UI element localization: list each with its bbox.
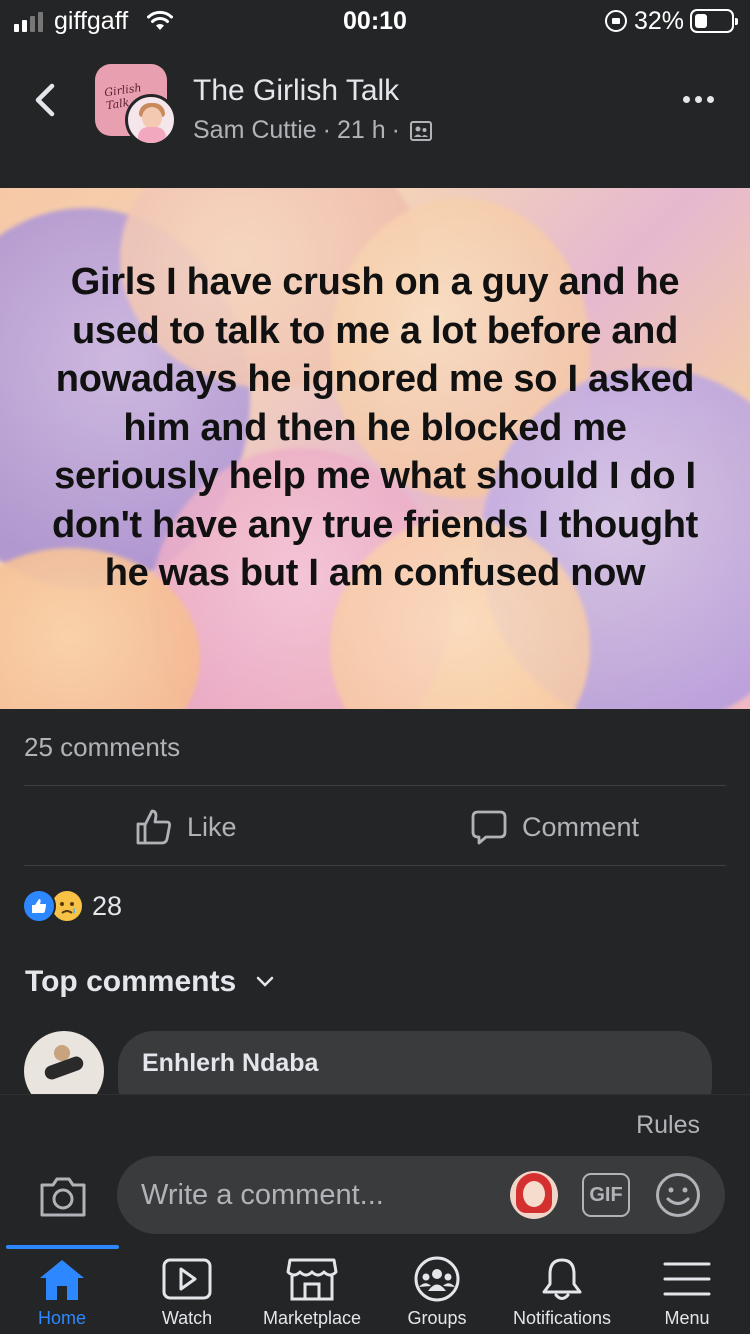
comment-label: Comment [522,811,640,842]
groups-icon [414,1256,460,1302]
comments-count[interactable]: 25 comments [24,732,180,763]
marketplace-icon [286,1258,338,1301]
top-comments-filter[interactable]: Top comments [25,965,274,999]
watch-icon [162,1258,212,1300]
battery-icon [690,9,738,33]
like-icon [136,809,171,845]
tab-menu[interactable]: Menu [612,1256,750,1329]
avatar-sticker-icon[interactable] [510,1171,558,1219]
post-background: Girls I have crush on a guy and he used … [0,188,750,709]
rules-link[interactable]: Rules [636,1111,700,1140]
status-bar: giffgaff 00:10 32% [0,0,750,44]
top-comments-label: Top comments [25,965,237,998]
author-avatar[interactable] [125,94,177,146]
menu-icon [663,1262,711,1296]
post-meta: Sam Cuttie · 21 h · [193,116,432,145]
tab-bar: Home Watch Marketplace Groups Notificati… [0,1244,750,1334]
post-text: Girls I have crush on a guy and he used … [51,261,699,594]
comment-button[interactable]: Comment [470,805,639,849]
divider-bottom [24,865,726,866]
more-options-icon[interactable] [683,96,714,103]
meta-separator-2: · [391,116,400,144]
post-header: Girlish Talk The Girlish Talk Sam Cuttie… [0,44,750,188]
bell-icon [542,1258,582,1300]
camera-icon[interactable] [38,1175,88,1219]
comment-icon [471,810,507,845]
reactions-summary[interactable]: 28 [22,889,122,923]
group-members-icon [410,120,432,141]
chevron-down-icon [256,976,274,987]
commenter-name[interactable]: Enhlerh Ndaba [142,1049,318,1078]
comment-input[interactable] [117,1156,725,1234]
rotation-lock-icon [605,10,627,32]
emoji-icon[interactable] [654,1171,702,1219]
meta-separator: · [322,116,331,144]
group-title[interactable]: The Girlish Talk [193,74,399,108]
like-button[interactable]: Like [135,805,237,849]
like-reaction-icon [22,889,56,923]
active-tab-indicator [6,1245,119,1249]
back-icon[interactable] [26,80,66,120]
battery-percent: 32% [634,7,685,35]
comment-composer: Rules GIF [0,1094,750,1244]
reaction-count: 28 [92,890,123,921]
home-icon [40,1260,84,1300]
like-label: Like [187,811,237,842]
gif-button[interactable]: GIF [582,1173,630,1217]
tab-label-menu: Menu [664,1308,710,1328]
divider-top [24,785,726,786]
post-time[interactable]: 21 h [337,116,386,145]
author-name[interactable]: Sam Cuttie [193,116,317,145]
